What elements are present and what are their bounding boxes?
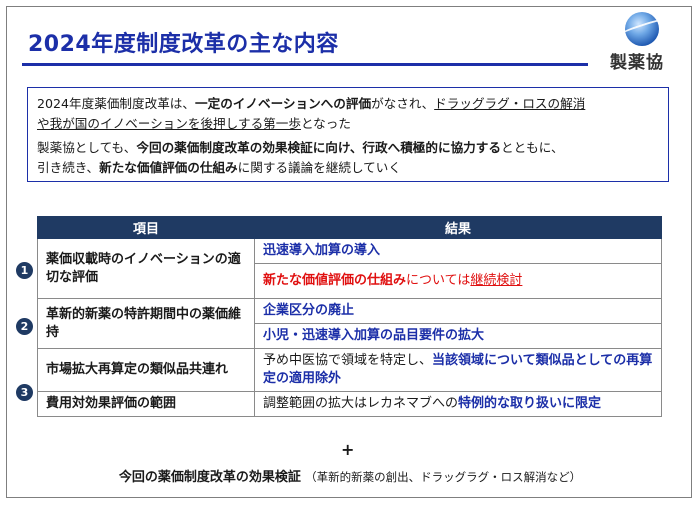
summary-text: 引き続き、 [37,160,100,175]
summary-emphasis: 新たな価値評価の仕組み [99,160,238,175]
footer-sub: （革新的新薬の創出、ドラッグラグ・ロス解消など） [305,470,582,484]
table-row: 市場拡大再算定の類似品共連れ 予め中医協で領域を特定し、当該領域について類似品と… [37,348,662,392]
summary-text: とともに、 [500,140,564,155]
title-underline [22,63,588,66]
result-text: 調整範囲の拡大はレカネマブへの [263,396,459,411]
summary-underlined: ドラッグラグ・ロスの解消 [434,96,586,111]
result-text: 継続検討 [470,273,523,288]
result-text: 予め中医協で領域を特定し、 [263,353,433,368]
result-text: 特例的な取り扱いに限定 [458,396,602,411]
row-result: 調整範囲の拡大はレカネマブへの特例的な取り扱いに限定 [254,391,662,417]
row-result: 迅速導入加算の導入 [254,238,662,264]
table-row: 費用対効果評価の範囲 調整範囲の拡大はレカネマブへの特例的な取り扱いに限定 [37,391,662,417]
summary-paragraph-2: 製薬協としても、今回の薬価制度改革の効果検証に向け、行政へ積極的に協力するととも… [37,138,659,178]
row-item: 費用対効果評価の範囲 [37,391,255,417]
table-header-row: 項目 結果 [37,216,662,239]
table-row: 薬価収載時のイノベーションの適切な評価 迅速導入加算の導入 [37,238,662,299]
reform-table: 項目 結果 薬価収載時のイノベーションの適切な評価 迅速導入加算の導入 新たな価… [37,216,662,417]
result-text: 新たな価値評価の仕組み [263,273,407,288]
summary-text: となった [300,116,351,131]
result-text: 小児・迅速導入加算の品目要件の拡大 [263,328,485,343]
summary-text: に関する議論を継続していく [237,160,401,175]
result-text: については [406,273,471,288]
summary-text: がなされ、 [371,96,435,111]
summary-paragraph-1: 2024年度薬価制度改革は、一定のイノベーションへの評価がなされ、ドラッグラグ・… [37,94,659,134]
header-result: 結果 [254,216,662,239]
row-item: 市場拡大再算定の類似品共連れ [37,348,255,392]
summary-emphasis: 一定のイノベーションへの評価 [195,96,372,111]
summary-underlined: や我が国のイノベーションを後押しする第一歩 [37,116,301,131]
footer-main: 今回の薬価制度改革の効果検証 [118,470,301,485]
footer-note: 今回の薬価制度改革の効果検証 （革新的新薬の創出、ドラッグラグ・ロス解消など） [0,466,700,485]
logo-text: 製薬協 [610,53,664,73]
summary-text: 製薬協としても、 [37,140,137,155]
row-item: 薬価収載時のイノベーションの適切な評価 [37,238,255,299]
row-result: 予め中医協で領域を特定し、当該領域について類似品としての再算定の適用除外 [254,348,662,392]
result-text: 迅速導入加算の導入 [263,243,381,258]
summary-emphasis: 今回の薬価制度改革の効果検証に向け、行政へ積極的に協力する [136,140,501,155]
summary-text: 2024年度薬価制度改革は、 [37,96,195,111]
plus-sign: + [341,440,355,459]
row-result: 企業区分の廃止 [254,298,662,324]
summary-box: 2024年度薬価制度改革は、一定のイノベーションへの評価がなされ、ドラッグラグ・… [27,87,669,182]
marker-3-icon: 3 [16,384,33,401]
row-result: 小児・迅速導入加算の品目要件の拡大 [254,323,662,349]
marker-1-icon: 1 [16,262,33,279]
result-text: 企業区分の廃止 [263,303,355,318]
header-item: 項目 [37,216,255,239]
row-result: 新たな価値評価の仕組みについては継続検討 [254,263,662,299]
logo: 製薬協 [604,10,684,73]
row-item: 革新的新薬の特許期間中の薬価維持 [37,298,255,349]
marker-2-icon: 2 [16,318,33,335]
table-row: 革新的新薬の特許期間中の薬価維持 企業区分の廃止 [37,298,662,349]
page-title: 2024年度制度改革の主な内容 [28,32,339,57]
